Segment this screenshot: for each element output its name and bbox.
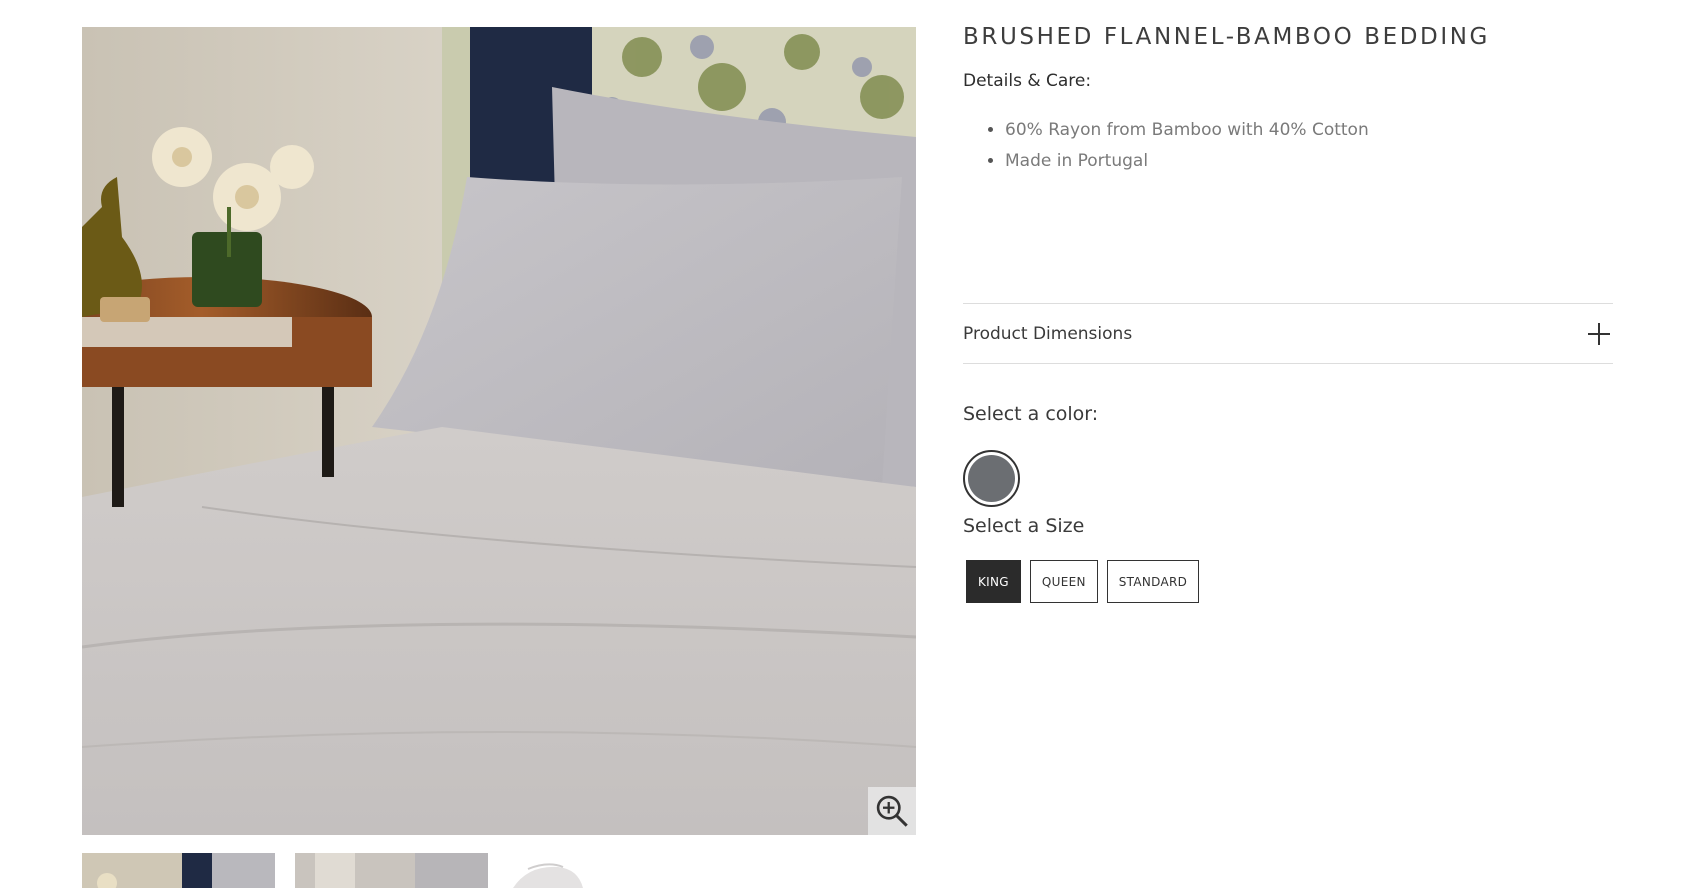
zoom-button[interactable] bbox=[868, 787, 916, 835]
plus-icon[interactable] bbox=[1588, 322, 1610, 345]
thumbnail-image bbox=[82, 853, 275, 888]
color-swatch-fill bbox=[968, 455, 1015, 502]
size-selector-label: Select a Size bbox=[963, 515, 1085, 537]
thumbnail-3[interactable] bbox=[508, 853, 701, 888]
product-main-image[interactable] bbox=[82, 27, 916, 835]
color-selector-label: Select a color: bbox=[963, 403, 1099, 425]
thumbnail-strip bbox=[82, 853, 701, 888]
care-item: 60% Rayon from Bamboo with 40% Cotton bbox=[1005, 115, 1369, 146]
accordion-label: Product Dimensions bbox=[963, 323, 1133, 344]
size-option-queen[interactable]: QUEEN bbox=[1029, 560, 1098, 603]
size-options: KING QUEEN STANDARD bbox=[966, 560, 1200, 603]
thumbnail-image bbox=[508, 853, 701, 888]
color-swatch-selected[interactable] bbox=[963, 450, 1020, 507]
zoom-in-icon bbox=[876, 795, 908, 827]
care-item: Made in Portugal bbox=[1005, 146, 1369, 177]
product-dimensions-accordion[interactable]: Product Dimensions bbox=[963, 303, 1613, 364]
bedding-photo bbox=[82, 27, 916, 835]
thumbnail-image bbox=[295, 853, 488, 888]
size-option-king[interactable]: KING bbox=[966, 560, 1021, 603]
product-page: BRUSHED FLANNEL-BAMBOO BEDDING Details &… bbox=[0, 0, 1699, 888]
details-care-label: Details & Care: bbox=[963, 71, 1092, 91]
care-list: 60% Rayon from Bamboo with 40% Cotton Ma… bbox=[963, 115, 1369, 177]
thumbnail-1[interactable] bbox=[82, 853, 275, 888]
product-title: BRUSHED FLANNEL-BAMBOO BEDDING bbox=[963, 24, 1490, 50]
size-option-standard[interactable]: STANDARD bbox=[1106, 560, 1200, 603]
thumbnail-2[interactable] bbox=[295, 853, 488, 888]
